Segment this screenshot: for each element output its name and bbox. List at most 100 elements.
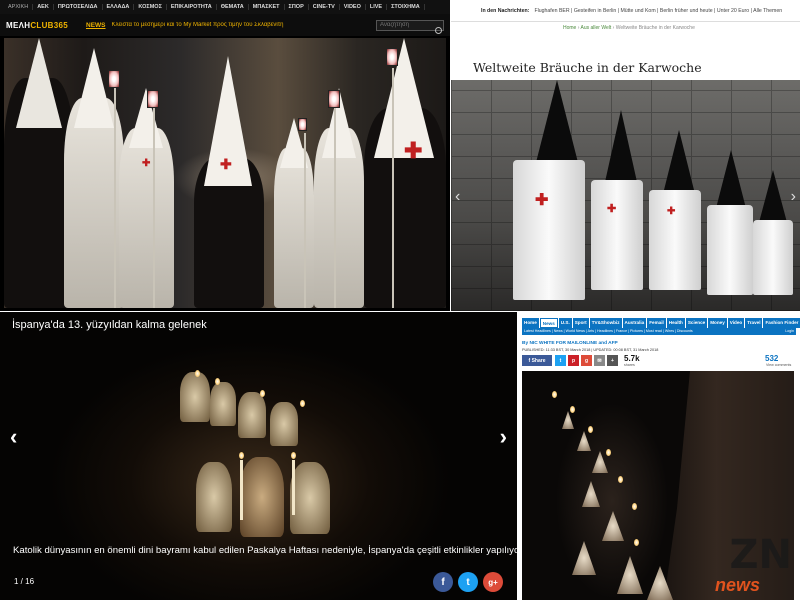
nav-item-betting[interactable]: ΣΤΟΙΧΗΜΑ (387, 4, 425, 10)
trending-topics-bar: In den Nachrichten: Flughafen BER | Gest… (451, 0, 800, 22)
greek-news-panel: ΑΡΧΙΚΗ ΑΕΚ ΠΡΩΤΟΣΕΛΙΔΑ ΕΛΛΑΔΑ ΚΟΣΜΟΣ ΕΠΙ… (0, 0, 450, 311)
procession-photo-black-hoods: ✚ ✚ ✚ (451, 80, 800, 311)
mail-main-nav: Home News U.S. Sport TV&Showbiz Australi… (522, 318, 800, 328)
sub-nav-links[interactable]: Latest Headlines | News | World News | A… (524, 329, 693, 333)
lantern (108, 70, 120, 88)
nav-health[interactable]: Health (666, 318, 685, 328)
nav-item-world[interactable]: ΚΟΣΜΟΣ (134, 4, 167, 10)
greek-top-nav: ΑΡΧΙΚΗ ΑΕΚ ΠΡΩΤΟΣΕΛΙΔΑ ΕΛΛΑΔΑ ΚΟΣΜΟΣ ΕΠΙ… (0, 0, 450, 14)
red-cross: ✚ (535, 192, 549, 209)
candle-flame (618, 476, 623, 483)
nav-item-current-affairs[interactable]: ΕΠΙΚΑΙΡΟΤΗΤΑ (167, 4, 217, 10)
hooded-figure (577, 431, 591, 451)
search-icon[interactable] (435, 27, 442, 34)
crucifix-statue (240, 457, 284, 537)
logo-main-text: ΜΕΛΗ (6, 20, 31, 30)
lantern (386, 48, 398, 66)
facebook-icon[interactable]: f (433, 572, 453, 592)
candle (292, 460, 295, 515)
hooded-figure (617, 556, 643, 594)
slideshow-next-arrow[interactable]: › (500, 424, 507, 450)
lantern-pole (153, 108, 155, 308)
share-label: Share (531, 357, 546, 364)
slide-counter: 1 / 16 (14, 577, 35, 586)
nav-item-sport[interactable]: ΣΠΟΡ (285, 4, 309, 10)
breadcrumb-home[interactable]: Home (563, 25, 576, 31)
view-comments-link[interactable]: View comments (766, 363, 791, 367)
nav-item-greece[interactable]: ΕΛΛΑΔΑ (103, 4, 135, 10)
search-input[interactable] (376, 19, 444, 31)
hooded-figure (270, 402, 298, 446)
nav-item-aek[interactable]: ΑΕΚ (33, 4, 54, 10)
nav-news[interactable]: News (539, 318, 558, 328)
red-cross: ✚ (142, 158, 151, 169)
lantern (298, 118, 307, 131)
google-plus-icon[interactable]: g+ (483, 572, 503, 592)
comment-count[interactable]: 532 (765, 354, 778, 363)
white-robe-figure (119, 128, 174, 308)
candle-flame (634, 539, 639, 546)
hooded-figure (196, 462, 232, 532)
candle-flame (552, 391, 557, 398)
nav-money[interactable]: Money (708, 318, 727, 328)
mail-sub-nav: Latest Headlines | News | World News | A… (522, 328, 796, 335)
nav-travel[interactable]: Travel (745, 318, 763, 328)
twitter-icon[interactable]: t (458, 572, 478, 592)
nav-sport[interactable]: Sport (572, 318, 589, 328)
lantern-pole (392, 68, 394, 308)
nav-home[interactable]: Home (522, 318, 539, 328)
breadcrumb: Home › Aus aller Welt › Weltweite Bräuch… (563, 25, 695, 31)
red-cross: ✚ (220, 156, 232, 172)
nav-item-video[interactable]: VIDEO (340, 4, 366, 10)
red-cross: ✚ (607, 203, 617, 215)
news-ticker[interactable]: Κλειστά το μεσημέρι και το My Market προ… (112, 22, 377, 28)
article-byline[interactable]: By NIC WHITE FOR MAILONLINE and AFP (522, 341, 618, 346)
slideshow-prev-arrow[interactable]: ‹ (10, 424, 17, 450)
white-gown (753, 220, 793, 295)
logo-accent-text: CLUB365 (30, 20, 68, 30)
news-label[interactable]: NEWS (86, 22, 106, 29)
google-plus-icon[interactable]: g (581, 355, 592, 366)
nav-fashion-finder[interactable]: Fashion Finder (763, 318, 800, 328)
more-share-icon[interactable]: + (607, 355, 618, 366)
nav-item-home[interactable]: ΑΡΧΙΚΗ (4, 4, 34, 10)
candle-flame (588, 426, 593, 433)
hooded-figure (290, 462, 330, 534)
white-gown (513, 160, 585, 300)
article-dates: PUBLISHED: 11:33 BST, 30 March 2018 | UP… (522, 348, 659, 352)
white-hood (74, 48, 114, 128)
nav-item-front-pages[interactable]: ΠΡΩΤΟΣΕΛΙΔΑ (54, 4, 103, 10)
nav-australia[interactable]: Australia (622, 318, 647, 328)
nav-item-cine-tv[interactable]: CINE-TV (309, 4, 340, 10)
gallery-next-arrow[interactable]: › (791, 188, 796, 206)
nav-item-live[interactable]: LIVE (366, 4, 388, 10)
pinterest-icon[interactable]: p (568, 355, 579, 366)
nav-item-basket[interactable]: ΜΠΑΣΚΕΤ (249, 4, 285, 10)
nav-femail[interactable]: Femail (647, 318, 666, 328)
nav-science[interactable]: Science (685, 318, 708, 328)
hooded-figure (582, 481, 600, 507)
hooded-figure (238, 392, 266, 438)
candle-flame (300, 400, 305, 407)
white-robe-figure (274, 148, 314, 308)
german-news-panel: In den Nachrichten: Flughafen BER | Gest… (451, 0, 800, 311)
lantern-pole (114, 88, 116, 308)
candle-flame (195, 370, 200, 377)
site-logo[interactable]: ΜΕΛΗCLUB365 (6, 21, 86, 30)
news-watermark: news (714, 575, 760, 595)
white-gown (649, 190, 701, 290)
hooded-figure (602, 511, 624, 541)
breadcrumb-section[interactable]: Aus aller Welt (581, 25, 612, 31)
nav-video[interactable]: Video (727, 318, 745, 328)
red-cross: ✚ (404, 138, 423, 163)
mail-online-panel: Home News U.S. Sport TV&Showbiz Australi… (518, 312, 800, 600)
gallery-prev-arrow[interactable]: ‹ (455, 188, 460, 206)
facebook-share-button[interactable]: f Share (522, 355, 552, 366)
trending-links[interactable]: Flughafen BER | Gesteifen in Berlin | Mü… (534, 8, 782, 14)
login-link[interactable]: Login (785, 329, 794, 333)
nav-item-topics[interactable]: ΘΕΜΑΤΑ (217, 4, 249, 10)
twitter-icon[interactable]: t (555, 355, 566, 366)
email-icon[interactable]: ✉ (594, 355, 605, 366)
nav-tv-showbiz[interactable]: TV&Showbiz (589, 318, 622, 328)
nav-us[interactable]: U.S. (558, 318, 572, 328)
